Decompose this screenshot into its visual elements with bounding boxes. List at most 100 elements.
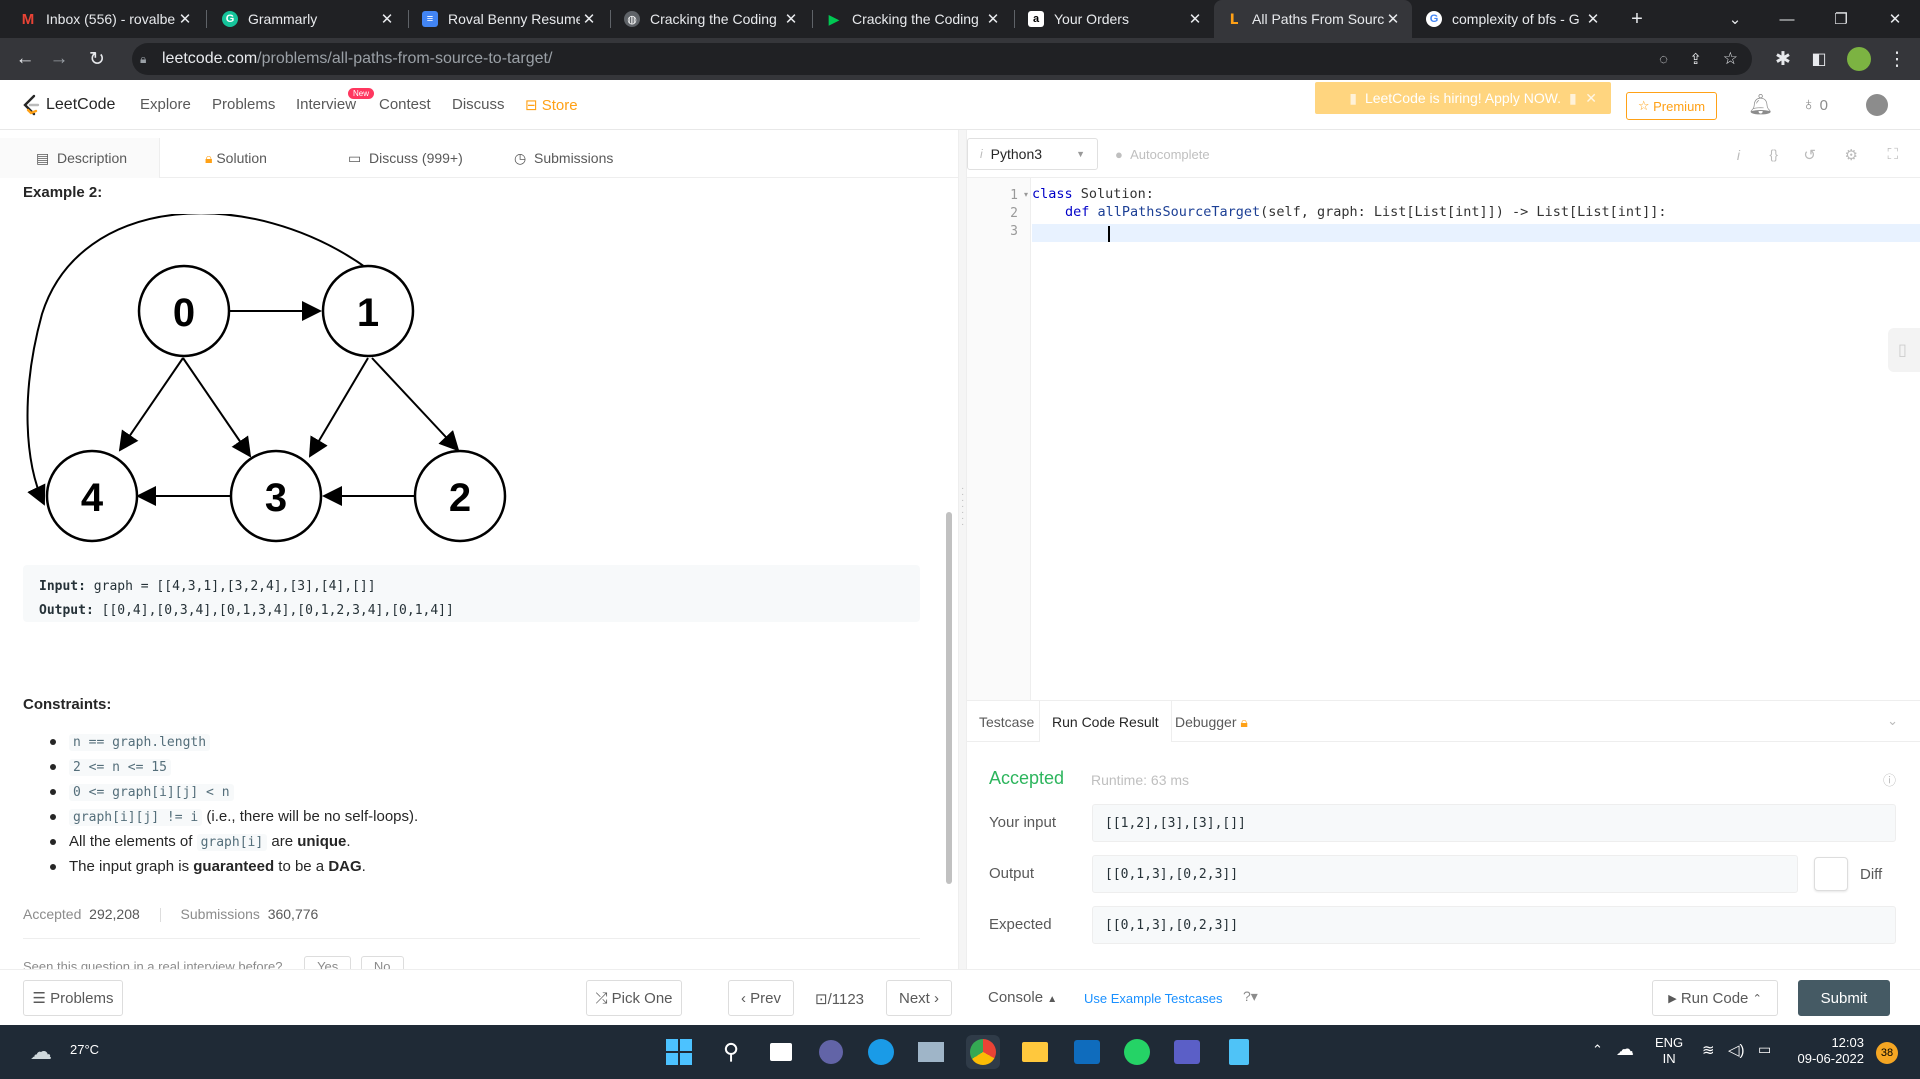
tab-testcase[interactable]: Testcase [967,701,1046,743]
braces-icon[interactable]: {} [1769,147,1778,162]
edge-icon[interactable] [864,1035,898,1069]
extensions-icon[interactable]: ✱ [1766,38,1800,80]
fold-icon[interactable]: ▾ [1024,190,1028,199]
language-indicator[interactable]: ENG IN [1655,1035,1683,1067]
submit-button[interactable]: Submit [1798,980,1890,1016]
reset-icon[interactable]: ↺ [1803,146,1816,164]
tab-description[interactable]: ▤ Description [0,138,160,178]
close-icon[interactable]: ✕ [984,10,1002,28]
hiring-banner[interactable]: ▮ LeetCode is hiring! Apply NOW. ▮ ✕ [1315,82,1611,114]
photos-icon[interactable] [914,1035,948,1069]
share-icon[interactable]: ⇪ [1689,50,1702,68]
restore-icon[interactable]: ❐ [1818,0,1864,38]
eye-off-icon[interactable]: ◌ [1659,51,1668,68]
tab-discuss[interactable]: ▭ Discuss (999+) [348,138,463,178]
notification-bell-icon[interactable]: 🔔︎ [1748,92,1773,117]
language-select[interactable]: i Python3 ▼ [967,138,1098,170]
pick-one-button[interactable]: ⤮ Pick One [586,980,682,1016]
problem-pager[interactable]: ⊡/1123 [815,990,864,1008]
reload-icon[interactable]: ↻ [80,38,114,80]
outlook-icon[interactable] [1070,1035,1104,1069]
tab-grammarly[interactable]: G Grammarly ✕ [210,0,406,38]
nav-discuss[interactable]: Discuss [452,96,505,113]
nav-store[interactable]: ⊟ Store [525,96,578,114]
close-icon[interactable]: ✕ [378,10,396,28]
prev-button[interactable]: ‹ Prev [728,980,794,1016]
close-icon[interactable]: ✕ [580,10,598,28]
notification-count-badge[interactable]: 38 [1876,1042,1898,1064]
diff-toggle[interactable]: Diff [1814,855,1896,893]
close-icon[interactable]: ✕ [1384,10,1402,28]
weather-icon[interactable]: ☁︎ [30,1039,52,1065]
streak-counter[interactable]: ♁ 0 [1802,94,1828,115]
panel-resize-handle[interactable]: · · · · · · · [958,130,967,969]
premium-button[interactable]: ☆ Premium [1626,92,1717,120]
run-code-button[interactable]: ▶ Run Code ⌃ [1652,980,1778,1016]
leetcode-logo[interactable]: LeetCode [22,94,115,116]
clock[interactable]: 12:03 09-06-2022 [1794,1035,1865,1067]
close-icon[interactable]: ✕ [1585,90,1597,107]
minimize-icon[interactable]: — [1764,0,1810,38]
side-panel-icon[interactable]: ◧ [1802,38,1836,80]
close-window-icon[interactable]: ✕ [1872,0,1918,38]
forward-icon[interactable]: → [42,38,76,80]
tab-submissions[interactable]: ◷ Submissions [514,138,613,178]
task-view-icon[interactable] [764,1035,798,1069]
back-icon[interactable]: ← [8,38,42,80]
problems-button[interactable]: ☰ Problems [23,980,123,1016]
notepad-icon[interactable] [1222,1035,1256,1069]
tab-cracking-2[interactable]: ▶ Cracking the Coding ✕ [814,0,1012,38]
search-icon[interactable]: ⚲ [714,1035,748,1069]
code-editor[interactable]: class Solution: def allPathsSourceTarget… [1032,185,1920,239]
windows-start-icon[interactable] [662,1035,696,1069]
nav-problems[interactable]: Problems [212,96,275,113]
next-button[interactable]: Next › [886,980,952,1016]
battery-icon[interactable]: ▭ [1758,1041,1771,1058]
autocomplete-toggle[interactable]: ● Autocomplete [1115,147,1210,162]
address-bar[interactable]: 🔒︎ leetcode.com/problems/all-paths-from-… [132,43,1752,75]
tab-your-orders[interactable]: a Your Orders ✕ [1016,0,1214,38]
teams-icon[interactable] [1170,1035,1204,1069]
tab-gmail[interactable]: M Inbox (556) - rovalbe ✕ [8,0,204,38]
chevron-down-icon[interactable]: ⌄ [1887,713,1898,729]
info-icon[interactable]: i [1737,147,1740,163]
yes-button[interactable]: Yes [304,956,352,969]
console-toggle[interactable]: Console ▲ [988,989,1057,1006]
tab-solution[interactable]: 🔒︎ Solution [205,138,267,178]
teams-chat-icon[interactable] [814,1035,848,1069]
fullscreen-icon[interactable]: ⛶ [1887,146,1898,163]
tab-resume[interactable]: ≡ Roval Benny Resume ✕ [410,0,608,38]
help-icon[interactable]: ?▾ [1243,988,1258,1005]
toggle-switch[interactable] [1814,857,1848,891]
help-icon[interactable]: ⓘ [1883,770,1896,789]
tab-search-icon[interactable]: ⌄ [1712,0,1758,38]
tab-debugger[interactable]: Debugger 🔒︎ [1163,701,1260,743]
chevron-up-icon[interactable]: ⌃ [1592,1042,1603,1058]
tab-all-paths[interactable]: ᒪ All Paths From Sourc ✕ [1214,0,1412,38]
close-icon[interactable]: ✕ [1186,10,1204,28]
no-button[interactable]: No [360,956,404,969]
side-panel-tab[interactable]: ▯ [1888,328,1920,372]
tab-cracking-1[interactable]: ◍ Cracking the Coding ✕ [612,0,810,38]
file-explorer-icon[interactable] [1018,1035,1052,1069]
close-icon[interactable]: ✕ [176,10,194,28]
avatar[interactable] [1842,38,1876,80]
nav-explore[interactable]: Explore [140,96,191,113]
user-avatar-icon[interactable] [1866,94,1888,116]
nav-contest[interactable]: Contest [379,96,431,113]
tab-complexity-bfs[interactable]: G complexity of bfs - G ✕ [1414,0,1612,38]
chrome-icon[interactable] [966,1035,1000,1069]
use-example-testcases-link[interactable]: Use Example Testcases [1084,991,1223,1006]
close-icon[interactable]: ✕ [1584,10,1602,28]
close-icon[interactable]: ✕ [782,10,800,28]
new-tab-button[interactable]: + [1614,0,1660,38]
volume-icon[interactable]: ◁) [1728,1041,1745,1059]
tab-run-code-result[interactable]: Run Code Result [1039,701,1172,743]
bookmark-star-icon[interactable]: ☆ [1723,49,1738,69]
menu-icon[interactable]: ⋮ [1880,38,1914,80]
settings-icon[interactable]: ⚙︎ [1845,146,1858,164]
wifi-icon[interactable]: ≋ [1702,1041,1715,1059]
onedrive-icon[interactable]: ☁︎ [1616,1039,1634,1060]
description-scrollbar[interactable] [946,512,952,884]
whatsapp-icon[interactable] [1120,1035,1154,1069]
